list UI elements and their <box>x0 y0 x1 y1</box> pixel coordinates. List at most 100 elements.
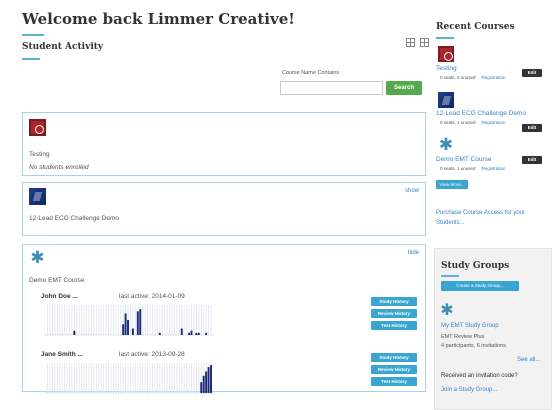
course-name-search-input[interactable] <box>280 81 383 95</box>
chart-gridline <box>115 363 117 393</box>
chart-gridline <box>64 363 66 393</box>
chart-gridline <box>112 363 114 393</box>
page-title: Welcome back Limmer Creative! <box>22 10 295 28</box>
chart-gridline <box>103 305 105 335</box>
chart-gridline <box>161 363 163 393</box>
chart-gridline <box>61 305 63 335</box>
list-view-icon[interactable] <box>420 38 429 47</box>
chart-gridline <box>120 363 122 393</box>
chart-gridline <box>130 305 131 335</box>
recent-course-meta: 0 seats, 0 unused Registration <box>440 75 506 80</box>
chart-gridline <box>95 363 97 393</box>
view-more-button[interactable]: View more... <box>436 180 468 189</box>
search-button[interactable]: Search <box>386 81 422 95</box>
chart-gridline <box>73 305 75 335</box>
student-activity-chart <box>45 305 215 336</box>
edit-course-button[interactable]: Edit <box>522 156 542 164</box>
edit-course-button[interactable]: Edit <box>522 124 542 132</box>
grid-view-icon[interactable] <box>406 38 415 47</box>
student-name[interactable]: Jane Smith ... <box>41 351 83 358</box>
test-history-button[interactable]: Test History <box>371 377 417 386</box>
chart-gridline <box>178 305 180 335</box>
chart-gridline <box>108 363 110 393</box>
chart-gridline <box>90 363 92 393</box>
no-students-note: No students enrolled <box>29 164 89 171</box>
course-name: Testing <box>29 151 50 158</box>
study-group-course: EMT Review Plus <box>441 334 485 340</box>
chart-gridline <box>183 363 185 393</box>
title-underline <box>22 34 44 36</box>
chart-gridline <box>98 305 100 335</box>
chart-gridline <box>86 305 88 335</box>
chart-gridline <box>90 305 92 335</box>
main-content: Welcome back Limmer Creative! Student Ac… <box>12 6 430 410</box>
chart-gridline <box>186 305 188 335</box>
chart-gridline <box>195 305 197 335</box>
chart-gridline <box>159 305 161 335</box>
chart-gridline <box>149 363 151 393</box>
chart-gridline <box>198 305 200 335</box>
student-name[interactable]: John Doe ... <box>41 293 78 300</box>
edit-course-button[interactable]: Edit <box>522 69 542 77</box>
chart-gridline <box>105 305 107 335</box>
chart-gridline <box>117 305 119 335</box>
seats-info: 0 seats, 1 unused <box>440 120 476 125</box>
registration-link[interactable]: Registration <box>482 75 506 80</box>
study-history-button[interactable]: Study History <box>371 353 417 362</box>
chart-gridline <box>49 363 51 393</box>
chart-gridline <box>166 305 168 335</box>
chart-gridline <box>47 363 48 393</box>
study-groups-title: Study Groups <box>441 261 510 271</box>
chart-gridline <box>81 305 83 335</box>
activity-bar <box>139 309 142 335</box>
chart-gridline <box>156 305 158 335</box>
hide-toggle-link[interactable]: hide <box>408 250 419 256</box>
star-of-life-logo-icon[interactable]: ✱ <box>438 136 454 153</box>
chart-gridline <box>115 305 117 335</box>
chart-gridline <box>147 363 149 393</box>
chart-gridline <box>88 363 90 393</box>
chart-gridline <box>164 305 166 335</box>
chart-gridline <box>134 305 136 335</box>
test-history-button[interactable]: Test History <box>371 321 417 330</box>
chart-gridline <box>181 363 183 393</box>
activity-bar <box>158 332 161 335</box>
chart-gridline <box>200 305 202 335</box>
registration-link[interactable]: Registration <box>482 120 506 125</box>
chart-gridline <box>93 363 95 393</box>
chart-gridline <box>144 305 146 335</box>
activity-bar <box>136 311 139 335</box>
chart-gridline <box>203 305 205 335</box>
chart-gridline <box>139 363 141 393</box>
study-groups-panel: Study Groups Create a Study Group... ✱ M… <box>434 248 552 410</box>
create-study-group-button[interactable]: Create a Study Group... <box>441 281 519 291</box>
chart-gridline <box>173 305 175 335</box>
activity-bar <box>190 330 193 335</box>
chart-gridline <box>176 363 178 393</box>
chart-gridline <box>108 305 110 335</box>
chart-gridline <box>205 305 207 335</box>
chart-gridline <box>134 363 136 393</box>
review-history-button[interactable]: Review History <box>371 309 417 318</box>
chart-gridline <box>54 363 56 393</box>
see-all-link[interactable]: See all... <box>517 357 540 363</box>
review-history-button[interactable]: Review History <box>371 365 417 374</box>
purchase-course-access-link[interactable]: Purchase Course Access for your Students… <box>436 208 546 228</box>
show-toggle-link[interactable]: show <box>405 188 419 194</box>
activity-bar <box>202 375 205 393</box>
chart-gridline <box>66 363 68 393</box>
ecg-heart-logo-icon[interactable] <box>438 92 454 108</box>
recent-course-link[interactable]: 12-Lead ECG Challenge Demo <box>436 110 526 117</box>
chart-gridline <box>71 363 73 393</box>
study-history-button[interactable]: Study History <box>371 297 417 306</box>
join-study-group-link[interactable]: Join a Study Group... <box>441 387 497 393</box>
study-group-link[interactable]: My EMT Study Group <box>441 323 499 329</box>
invitation-question: Received an invitation code? <box>441 373 518 379</box>
chart-gridline <box>178 363 180 393</box>
activity-bar <box>200 382 203 393</box>
recent-course-link[interactable]: Testing <box>436 65 457 72</box>
course-name: 12-Lead ECG Challenge Demo <box>29 215 119 222</box>
registration-link[interactable]: Registration <box>482 166 506 171</box>
recent-course-link[interactable]: Demo EMT Course <box>436 156 492 163</box>
red-cross-logo-icon[interactable] <box>438 46 454 62</box>
